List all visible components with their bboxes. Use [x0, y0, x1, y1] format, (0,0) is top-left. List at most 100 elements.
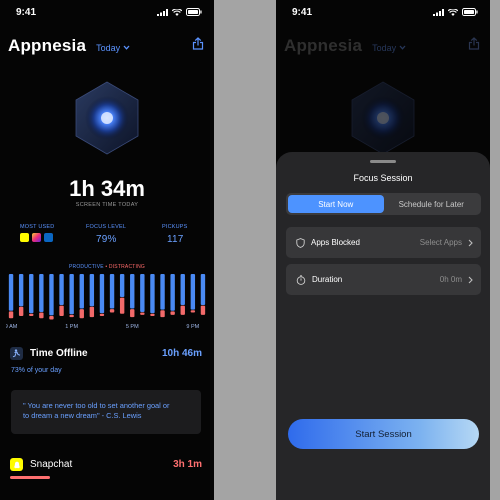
time-offline-subtext: 73% of your day [11, 367, 62, 374]
bar-distracting [99, 313, 105, 316]
pickups-value: 117 [167, 234, 184, 245]
bar-distracting [79, 309, 84, 319]
snapchat-icon [10, 458, 23, 471]
time-offline-value: 10h 46m [161, 348, 202, 359]
bar-productive [200, 274, 206, 306]
x-tick-label: 5 PM [126, 324, 139, 330]
focus-session-sheet: Focus Session Start Now Schedule for Lat… [276, 152, 490, 500]
usage-chart: 9 AM 1 PM 5 PM 9 PM [6, 274, 206, 330]
offline-person-icon [10, 347, 23, 360]
share-icon [192, 37, 204, 50]
pickups-stat: PICKUPS 117 [162, 224, 188, 245]
bar-productive [140, 274, 145, 312]
period-label: Today [96, 42, 121, 53]
bar-distracting [180, 305, 185, 315]
tab-start-now[interactable]: Start Now [288, 195, 384, 213]
battery-icon [462, 8, 478, 16]
bar-productive [49, 274, 54, 316]
duration-label: Duration [312, 275, 343, 284]
bar-productive [180, 274, 185, 306]
bar-distracting [8, 311, 14, 319]
app-name: Snapchat [30, 459, 73, 470]
start-session-button[interactable]: Start Session [288, 419, 479, 449]
app-usage-bar [10, 476, 50, 479]
bar-productive [59, 274, 64, 306]
bar-distracting [109, 309, 115, 313]
share-icon [468, 37, 480, 50]
bar-distracting [140, 312, 145, 315]
focus-level-label: FOCUS LEVEL [86, 224, 127, 230]
instagram-icon[interactable] [32, 233, 41, 242]
bar-distracting [190, 310, 196, 313]
bar-productive [119, 274, 125, 297]
chevron-down-icon [399, 45, 406, 50]
pickups-label: PICKUPS [162, 224, 188, 230]
chevron-right-icon [468, 239, 473, 246]
focus-level-stat: FOCUS LEVEL 79% [86, 224, 126, 245]
shield-icon [296, 237, 305, 248]
bar-distracting [59, 305, 64, 316]
period-selector[interactable]: Today [96, 43, 130, 53]
bar-productive [79, 274, 84, 309]
status-time: 9:41 [292, 6, 313, 18]
bar-productive [109, 274, 115, 309]
bar-distracting [200, 305, 206, 315]
battery-icon [186, 8, 202, 16]
screen-time-label: SCREEN TIME TODAY [75, 202, 139, 208]
tab-schedule-later[interactable]: Schedule for Later [384, 195, 480, 213]
sheet-drag-handle[interactable] [370, 160, 396, 163]
bar-distracting [89, 306, 95, 318]
x-tick-label: 9 AM [6, 324, 18, 330]
bar-distracting [29, 313, 34, 316]
bar-productive [18, 274, 24, 307]
x-tick-label: 1 PM [65, 324, 78, 330]
bar-productive [190, 274, 196, 310]
apps-blocked-value: Select Apps [419, 238, 462, 247]
apps-blocked-row[interactable]: Apps Blocked Select Apps [286, 227, 481, 258]
screen-time-value: 1h 34m [69, 176, 145, 201]
quote-card: " You are never too old to set another g… [11, 390, 201, 434]
bar-productive [99, 274, 105, 314]
app-title: Appnesia [284, 36, 363, 55]
period-selector: Today [372, 43, 406, 53]
linkedin-icon[interactable] [44, 233, 53, 242]
bar-distracting [160, 310, 165, 318]
bar-productive [39, 274, 44, 312]
bar-distracting [119, 297, 125, 314]
wifi-icon [448, 8, 458, 16]
bar-productive [8, 274, 14, 311]
bar-distracting [49, 316, 54, 320]
duration-value: 0h 0m [439, 275, 462, 284]
bar-productive [89, 274, 95, 307]
status-time: 9:41 [16, 6, 37, 18]
time-offline-label: Time Offline [30, 348, 88, 359]
duration-row[interactable]: Duration 0h 0m [286, 264, 481, 295]
status-bar: 9:41 [16, 6, 202, 18]
signal-icon [157, 8, 168, 16]
bar-productive [29, 274, 34, 314]
timer-icon [296, 274, 306, 285]
bar-productive [160, 274, 165, 310]
x-tick-label: 9 PM [186, 324, 199, 330]
bar-distracting [150, 313, 155, 316]
snapchat-icon[interactable] [20, 233, 29, 242]
wifi-icon [172, 8, 182, 16]
time-offline-row[interactable]: Time Offline 10h 46m [10, 347, 202, 360]
hero-orb-icon [351, 81, 415, 155]
share-button[interactable] [192, 37, 204, 55]
status-bar: 9:41 [292, 6, 478, 18]
period-label: Today [372, 42, 397, 53]
quote-line-2: to dream a new dream" - C.S. Lewis [23, 411, 142, 420]
bar-productive [150, 274, 155, 314]
app-title: Appnesia [8, 36, 87, 55]
header: Appnesia Today [8, 36, 204, 56]
chevron-right-icon [468, 276, 473, 283]
bar-distracting [69, 314, 74, 318]
app-usage-row[interactable]: Snapchat 3h 1m [10, 458, 202, 471]
focus-session-screen: 9:41 Appnesia Today Focus Session Start … [276, 0, 490, 500]
session-mode-toggle: Start Now Schedule for Later [286, 193, 481, 215]
bar-distracting [18, 306, 24, 316]
signal-icon [433, 8, 444, 16]
quote-line-1: " You are never too old to set another g… [23, 401, 170, 410]
most-used-label: MOST USED [20, 224, 55, 230]
